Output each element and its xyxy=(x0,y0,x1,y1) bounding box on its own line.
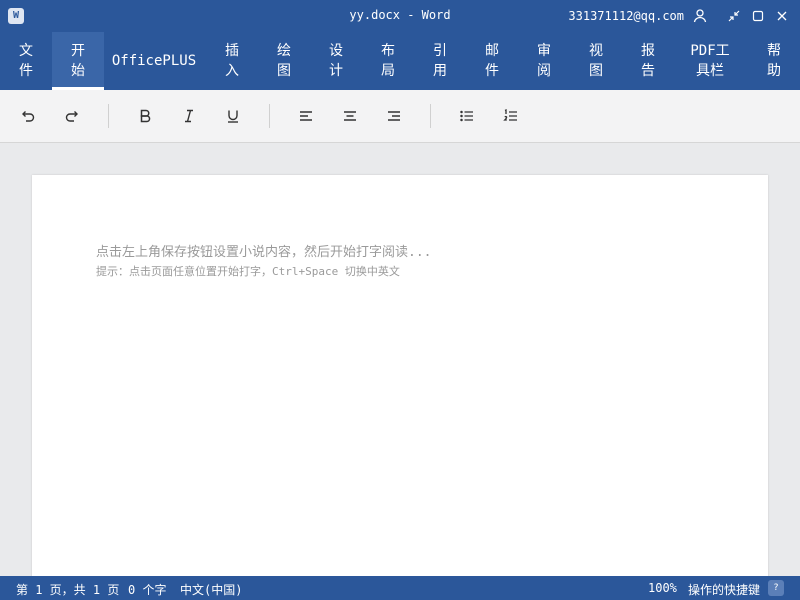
tab-label: 报 告 xyxy=(641,43,655,79)
italic-icon xyxy=(185,109,193,123)
align-center-button[interactable] xyxy=(338,106,362,126)
formatting-toolbar xyxy=(0,90,800,143)
tab-review[interactable]: 审 阅 xyxy=(518,32,570,90)
bullet-list-icon xyxy=(460,110,473,122)
account-email[interactable]: 331371112@qq.com xyxy=(568,9,684,23)
maximize-icon[interactable] xyxy=(750,8,766,24)
align-left-button[interactable] xyxy=(294,106,318,126)
tab-draw[interactable]: 绘 图 xyxy=(258,32,310,90)
tab-pdf-toolbar[interactable]: PDF工 具栏 xyxy=(678,32,742,90)
tab-label: 帮 助 xyxy=(767,43,781,79)
tab-view[interactable]: 视 图 xyxy=(570,32,622,90)
help-button[interactable]: ? xyxy=(768,580,784,596)
ribbon-tabs: 文 件 开 始 OfficePLUS 插 入 绘 图 设 计 布 局 引 用 邮… xyxy=(0,32,800,90)
tab-label: 审 阅 xyxy=(537,43,551,79)
bold-button[interactable] xyxy=(133,106,157,126)
tab-label: 绘 图 xyxy=(277,43,291,79)
document-page[interactable]: 点击左上角保存按钮设置小说内容，然后开始打字阅读... 提示：点击页面任意位置开… xyxy=(32,175,768,595)
tab-label: 布 局 xyxy=(381,43,395,79)
toolbar-divider xyxy=(269,104,270,128)
tab-mailings[interactable]: 邮 件 xyxy=(466,32,518,90)
user-icon[interactable] xyxy=(692,8,708,24)
align-right-button[interactable] xyxy=(382,106,406,126)
tab-insert[interactable]: 插 入 xyxy=(206,32,258,90)
zoom-level[interactable]: 100% xyxy=(648,581,677,595)
toolbar-divider xyxy=(430,104,431,128)
toolbar-divider xyxy=(108,104,109,128)
collapse-icon[interactable] xyxy=(726,8,742,24)
tab-label: 文 件 xyxy=(19,43,33,79)
document-canvas[interactable]: 点击左上角保存按钮设置小说内容，然后开始打字阅读... 提示：点击页面任意位置开… xyxy=(0,143,800,595)
word-app-icon[interactable]: W xyxy=(8,8,24,24)
underline-button[interactable] xyxy=(221,106,245,126)
tab-label: 插 入 xyxy=(225,43,239,79)
word-count[interactable]: 0 个字 xyxy=(128,581,166,598)
tab-label: OfficePLUS xyxy=(111,53,197,69)
tab-label: 引 用 xyxy=(433,43,447,79)
title-bar: W yy.docx - Word 331371112@qq.com xyxy=(0,0,800,32)
typing-tip: 提示：点击页面任意位置开始打字，Ctrl+Space 切换中英文 xyxy=(96,265,400,278)
undo-button[interactable] xyxy=(16,106,40,126)
tab-officeplus[interactable]: OfficePLUS xyxy=(108,32,200,90)
tab-references[interactable]: 引 用 xyxy=(414,32,466,90)
tab-help[interactable]: 帮 助 xyxy=(752,32,796,90)
placeholder-hint: 点击左上角保存按钮设置小说内容，然后开始打字阅读... xyxy=(96,245,432,260)
tab-layout[interactable]: 布 局 xyxy=(362,32,414,90)
bullet-list-button[interactable] xyxy=(455,106,479,126)
align-center-icon xyxy=(344,111,356,121)
underline-icon xyxy=(228,110,238,123)
numbered-list-icon xyxy=(503,108,517,121)
language-indicator[interactable]: 中文(中国) xyxy=(180,581,242,598)
tab-report[interactable]: 报 告 xyxy=(622,32,674,90)
tab-file[interactable]: 文 件 xyxy=(0,32,52,90)
tab-label: PDF工 具栏 xyxy=(690,43,730,79)
align-right-icon xyxy=(388,111,400,121)
tab-label: 视 图 xyxy=(589,43,603,79)
italic-button[interactable] xyxy=(177,106,201,126)
tab-label: 邮 件 xyxy=(485,43,499,79)
align-left-icon xyxy=(300,111,312,121)
tab-home[interactable]: 开 始 xyxy=(52,32,104,90)
page-count[interactable]: 第 1 页，共 1 页 xyxy=(16,581,119,598)
redo-icon xyxy=(65,111,78,122)
status-bar: 第 1 页，共 1 页 0 个字 中文(中国) 100% 操作的快捷键 ? xyxy=(0,576,800,600)
tab-label: 开 始 xyxy=(71,43,85,79)
close-icon[interactable] xyxy=(774,8,790,24)
redo-button[interactable] xyxy=(60,106,84,126)
bold-icon xyxy=(140,109,151,123)
shortcuts-link[interactable]: 操作的快捷键 xyxy=(688,581,760,598)
numbered-list-button[interactable] xyxy=(499,106,523,126)
tab-label: 设 计 xyxy=(329,43,343,79)
tab-design[interactable]: 设 计 xyxy=(310,32,362,90)
undo-icon xyxy=(22,111,35,122)
